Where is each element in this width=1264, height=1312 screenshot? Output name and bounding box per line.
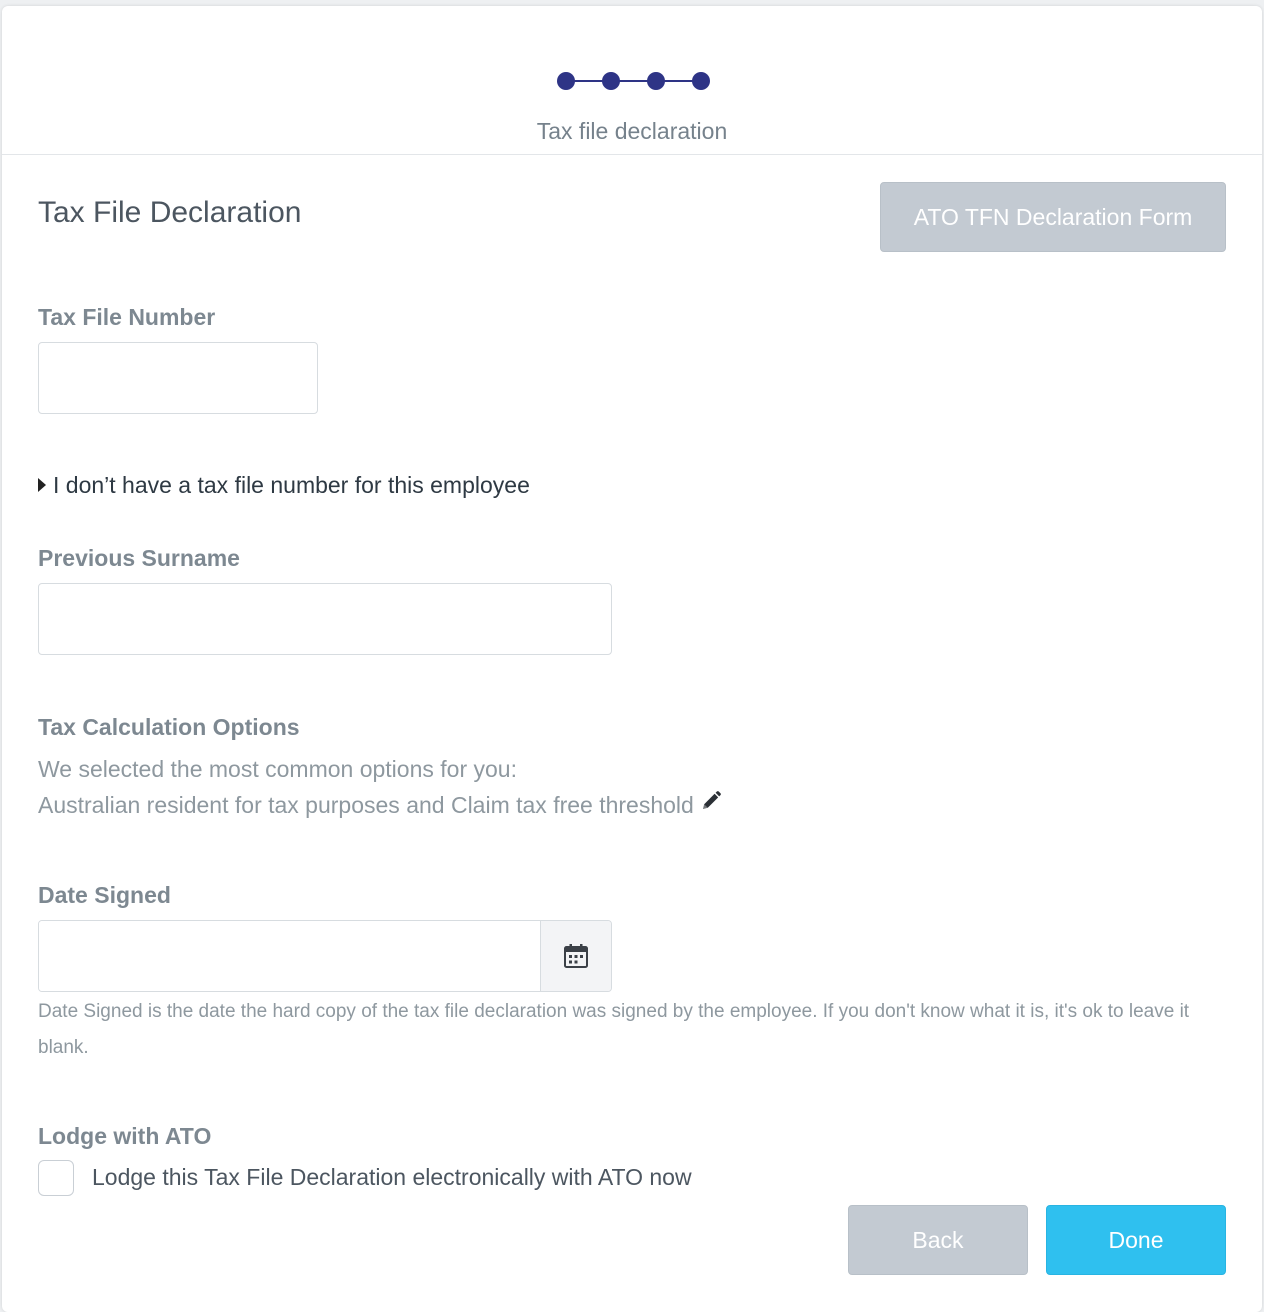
stepper-line	[567, 80, 701, 82]
no-tfn-toggle[interactable]: I don’t have a tax file number for this …	[38, 472, 530, 499]
date-picker-button[interactable]	[540, 921, 611, 991]
tax-calculation-intro: We selected the most common options for …	[38, 756, 517, 782]
back-button[interactable]: Back	[848, 1205, 1028, 1275]
date-signed-input[interactable]	[39, 921, 541, 991]
lodge-with-ato-label: Lodge with ATO	[38, 1123, 212, 1149]
ato-tfn-declaration-form-button[interactable]: ATO TFN Declaration Form	[880, 182, 1226, 252]
progress-stepper	[557, 70, 717, 92]
step-4-dot	[692, 72, 710, 90]
lodge-checkbox-label[interactable]: Lodge this Tax File Declaration electron…	[92, 1164, 692, 1191]
tax-file-number-input[interactable]	[38, 342, 318, 414]
caret-right-icon	[38, 477, 46, 492]
step-2-dot	[602, 72, 620, 90]
pencil-icon[interactable]	[700, 790, 722, 818]
page-title: Tax File Declaration	[38, 196, 302, 229]
step-1-dot	[557, 72, 575, 90]
tax-calculation-summary: Australian resident for tax purposes and…	[38, 792, 694, 818]
calendar-icon	[564, 944, 588, 968]
date-signed-group	[38, 920, 612, 992]
lodge-checkbox[interactable]	[38, 1160, 74, 1196]
step-3-dot	[647, 72, 665, 90]
tax-calculation-options-label: Tax Calculation Options	[38, 714, 300, 740]
tax-calculation-summary-row: Australian resident for tax purposes and…	[38, 790, 722, 821]
date-signed-label: Date Signed	[38, 882, 171, 908]
date-signed-help: Date Signed is the date the hard copy of…	[38, 1001, 1190, 1058]
tax-file-declaration-panel: Tax file declaration Tax File Declaratio…	[2, 6, 1262, 1312]
no-tfn-toggle-label: I don’t have a tax file number for this …	[53, 472, 530, 498]
current-step-label: Tax file declaration	[536, 118, 728, 144]
tax-file-number-label: Tax File Number	[38, 304, 216, 330]
previous-surname-label: Previous Surname	[38, 545, 240, 571]
header-divider	[2, 154, 1262, 155]
done-button[interactable]: Done	[1046, 1205, 1226, 1275]
previous-surname-input[interactable]	[38, 583, 612, 655]
